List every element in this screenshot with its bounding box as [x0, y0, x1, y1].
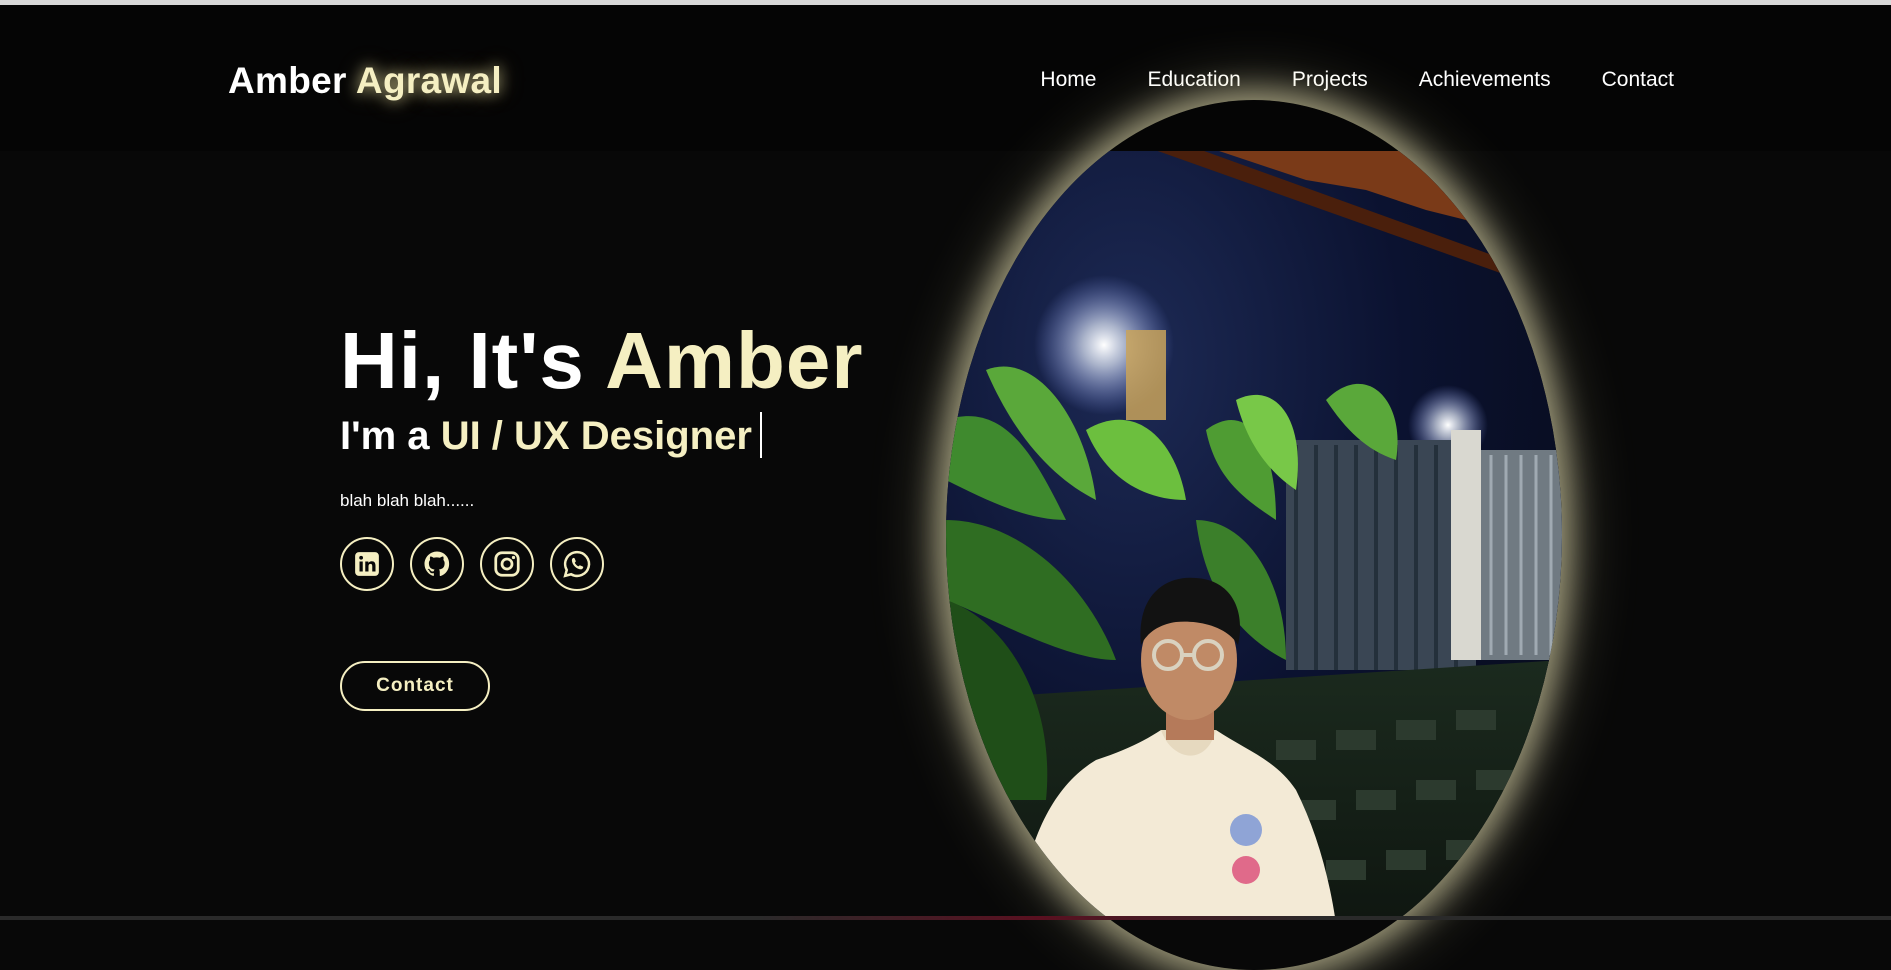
logo-last-name: Agrawal	[356, 60, 502, 101]
nav-projects[interactable]: Projects	[1292, 68, 1368, 92]
profile-photo	[946, 151, 1562, 920]
profile-photo-frame	[946, 151, 1562, 920]
role-text: UI / UX Designer	[441, 414, 752, 458]
github-icon	[422, 549, 452, 579]
instagram-link[interactable]	[480, 537, 534, 591]
nav-home[interactable]: Home	[1040, 68, 1096, 92]
main-nav: Home Education Projects Achievements Con…	[1040, 68, 1674, 92]
role-heading: I'm a UI / UX Designer	[340, 411, 940, 461]
greeting-prefix: Hi, It's	[340, 316, 585, 405]
hero-tagline: blah blah blah......	[340, 491, 940, 511]
nav-achievements[interactable]: Achievements	[1419, 68, 1551, 92]
instagram-icon	[492, 549, 522, 579]
whatsapp-icon	[562, 549, 592, 579]
greeting-name: Amber	[605, 316, 863, 405]
logo-first-name: Amber	[228, 60, 347, 101]
site-logo[interactable]: Amber Agrawal	[228, 60, 502, 102]
contact-button[interactable]: Contact	[340, 661, 490, 711]
nav-contact[interactable]: Contact	[1602, 68, 1674, 92]
whatsapp-link[interactable]	[550, 537, 604, 591]
linkedin-icon	[352, 549, 382, 579]
typing-caret	[760, 412, 762, 458]
github-link[interactable]	[410, 537, 464, 591]
hero-heading: Hi, It's Amber	[340, 315, 940, 407]
hero-section: Hi, It's Amber I'm a UI / UX Designer bl…	[340, 315, 940, 711]
profile-photo-illustration	[946, 151, 1562, 920]
window-bottom-border	[0, 916, 1891, 920]
linkedin-link[interactable]	[340, 537, 394, 591]
role-prefix: I'm a	[340, 414, 430, 458]
social-links	[340, 537, 940, 591]
nav-education[interactable]: Education	[1147, 68, 1240, 92]
site-header: Amber Agrawal Home Education Projects Ac…	[0, 5, 1891, 151]
